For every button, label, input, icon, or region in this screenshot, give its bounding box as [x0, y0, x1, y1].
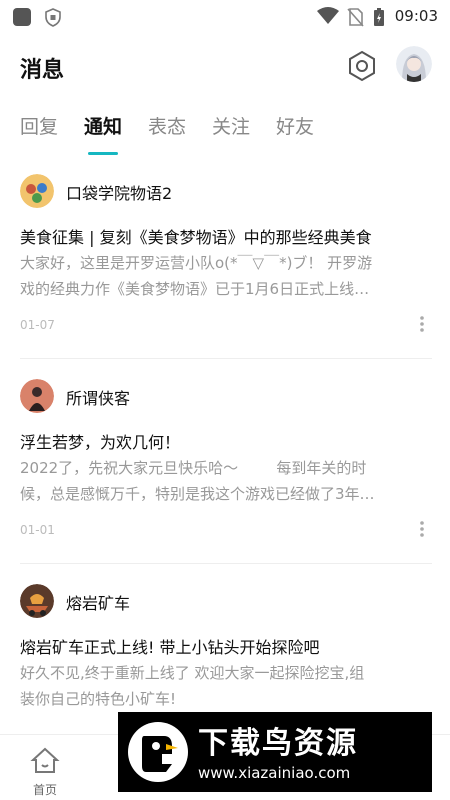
post-title: 浮生若梦，为欢几何！ — [20, 433, 181, 452]
page-title: 消息 — [20, 58, 65, 83]
more-options-icon[interactable] — [414, 314, 430, 334]
tab-replies[interactable]: 回复 — [20, 112, 58, 139]
tab-notifications[interactable]: 通知 — [84, 112, 122, 139]
author-avatar[interactable] — [20, 584, 54, 618]
no-sim-icon — [346, 7, 364, 31]
excerpt-line: 好久不见,终于重新上线了 欢迎大家一起探险挖宝,组 — [20, 664, 365, 682]
tab-reactions[interactable]: 表态 — [148, 112, 186, 139]
app-icon — [12, 7, 32, 31]
author-avatar[interactable] — [20, 174, 54, 208]
settings-hexagon-icon — [349, 50, 375, 82]
shield-icon — [44, 7, 62, 31]
header: 消息 — [0, 40, 450, 100]
author-name[interactable]: 所谓侠客 — [66, 385, 130, 409]
post-excerpt: 2022了，先祝大家元旦快乐哈～ 每到年关的时 候，总是感慨万千，特别是我这个游… — [20, 455, 432, 507]
user-avatar[interactable] — [396, 46, 432, 82]
bird-logo-icon — [128, 722, 188, 782]
watermark-url: www.xiazainiao.com — [198, 764, 351, 782]
post-date: 01-01 — [20, 523, 55, 537]
post-date: 2021-12-23 — [20, 728, 90, 730]
watermark-title: 下载鸟资源 — [198, 726, 358, 761]
excerpt-line: 装你自己的特色小矿车! — [20, 690, 177, 708]
author-name[interactable]: 熔岩矿车 — [66, 590, 130, 614]
post-excerpt: 好久不见,终于重新上线了 欢迎大家一起探险挖宝,组 装你自己的特色小矿车! — [20, 660, 432, 712]
notification-list: 口袋学院物语2 美食征集 | 复刻《美食梦物语》中的那些经典美食 大家好，这里是… — [0, 170, 450, 730]
active-tab-indicator — [88, 152, 118, 155]
battery-icon — [372, 7, 386, 31]
post-excerpt: 大家好，这里是开罗运营小队o(*￣▽￣*)ブ！ 开罗游 戏的经典力作《美食梦物语… — [20, 250, 432, 302]
more-options-icon[interactable] — [414, 519, 430, 539]
settings-button[interactable] — [346, 50, 378, 82]
status-bar: 09:03 — [0, 0, 450, 32]
tab-friends[interactable]: 好友 — [276, 112, 314, 139]
watermark-banner: 下载鸟资源 www.xiazainiao.com — [118, 712, 432, 792]
excerpt-line: 大家好，这里是开罗运营小队o(*￣▽￣*)ブ！ 开罗游 — [20, 254, 373, 272]
nav-home[interactable]: 首页 — [22, 743, 68, 799]
excerpt-line: 2022了，先祝大家元旦快乐哈～ 每到年关的时 — [20, 459, 367, 477]
nav-home-label: 首页 — [32, 783, 57, 797]
home-icon — [30, 747, 60, 773]
wifi-icon — [316, 6, 340, 30]
excerpt-line: 候，总是感慨万千，特别是我这个游戏已经做了3年… — [20, 485, 375, 503]
status-time: 09:03 — [394, 7, 438, 25]
post-date: 01-07 — [20, 318, 55, 332]
tab-bar: 回复 通知 表态 关注 好友 — [0, 112, 450, 156]
tab-follows[interactable]: 关注 — [212, 112, 250, 139]
excerpt-line: 戏的经典力作《美食梦物语》已于1月6日正式上线… — [20, 280, 370, 298]
author-name[interactable]: 口袋学院物语2 — [66, 180, 172, 204]
divider — [20, 358, 432, 359]
author-avatar[interactable] — [20, 379, 54, 413]
post-title: 美食征集 | 复刻《美食梦物语》中的那些经典美食 — [20, 228, 372, 247]
divider — [20, 563, 432, 564]
post-title: 熔岩矿车正式上线! 带上小钻头开始探险吧 — [20, 638, 320, 657]
